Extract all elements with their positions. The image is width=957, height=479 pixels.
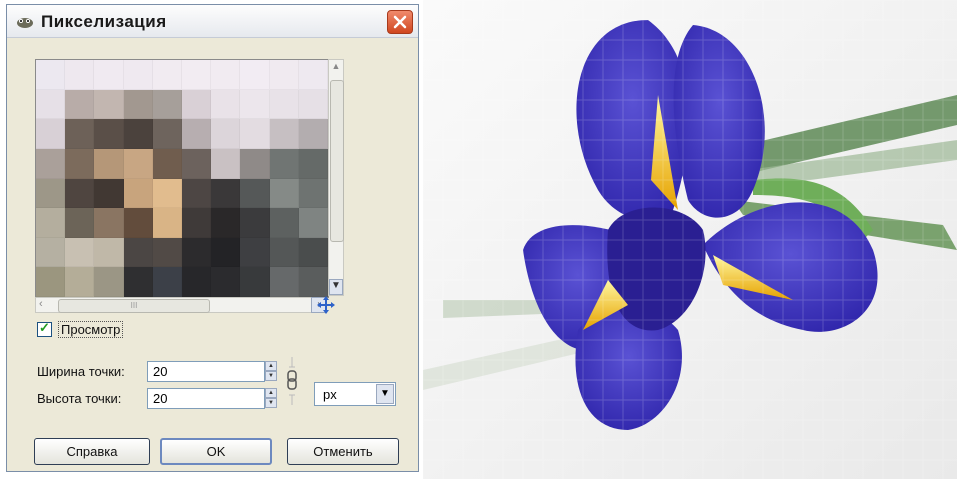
scroll-left-arrow-icon[interactable]: ‹ xyxy=(39,298,43,310)
close-icon xyxy=(393,15,407,29)
checkmark-icon: ✓ xyxy=(39,320,50,335)
pixel-width-spinner[interactable]: ▲ ▼ xyxy=(265,361,277,382)
vertical-scroll-thumb[interactable] xyxy=(330,80,344,242)
spin-down-icon[interactable]: ▼ xyxy=(265,371,277,381)
dropdown-arrow-icon[interactable]: ▼ xyxy=(376,384,394,404)
pixel-height-input[interactable] xyxy=(147,388,265,409)
help-button[interactable]: Справка xyxy=(34,438,150,465)
preview-area[interactable] xyxy=(35,59,329,298)
unit-value: px xyxy=(323,387,337,402)
spin-down-icon[interactable]: ▼ xyxy=(265,398,277,408)
pixelated-preview xyxy=(36,60,328,297)
scroll-up-arrow-icon[interactable]: ▲ xyxy=(330,61,342,75)
dialog-title: Пикселизация xyxy=(41,12,167,31)
close-button[interactable] xyxy=(387,10,413,34)
scroll-down-arrow-icon[interactable]: ▼ xyxy=(329,279,343,295)
gimp-app-icon xyxy=(17,18,33,28)
title-bar[interactable]: Пикселизация xyxy=(7,5,418,38)
preview-horizontal-scrollbar[interactable]: ‹ III › xyxy=(35,297,327,313)
pixel-width-label: Ширина точки: xyxy=(37,364,125,379)
iris-result-image xyxy=(423,0,957,479)
spin-up-icon[interactable]: ▲ xyxy=(265,361,277,371)
preview-checkbox[interactable]: ✓ xyxy=(37,320,52,337)
chain-link-icon[interactable] xyxy=(287,355,297,407)
unit-dropdown[interactable]: px ▼ xyxy=(314,382,396,406)
pixelize-dialog: Пикселизация ▲ ▼ ‹ III › ✓ П xyxy=(6,4,419,472)
pixel-height-spinner[interactable]: ▲ ▼ xyxy=(265,388,277,409)
cancel-button[interactable]: Отменить xyxy=(287,438,399,465)
preview-vertical-scrollbar[interactable]: ▲ ▼ xyxy=(328,59,344,296)
preview-label[interactable]: Просмотр xyxy=(58,321,124,338)
navigate-move-icon[interactable] xyxy=(316,295,336,315)
ok-button[interactable]: OK xyxy=(160,438,272,465)
horizontal-scroll-thumb[interactable]: III xyxy=(58,299,210,313)
preview-toggle[interactable]: ✓ Просмотр xyxy=(37,320,124,338)
pixel-height-label: Высота точки: xyxy=(37,391,122,406)
pixel-width-input[interactable] xyxy=(147,361,265,382)
spin-up-icon[interactable]: ▲ xyxy=(265,388,277,398)
